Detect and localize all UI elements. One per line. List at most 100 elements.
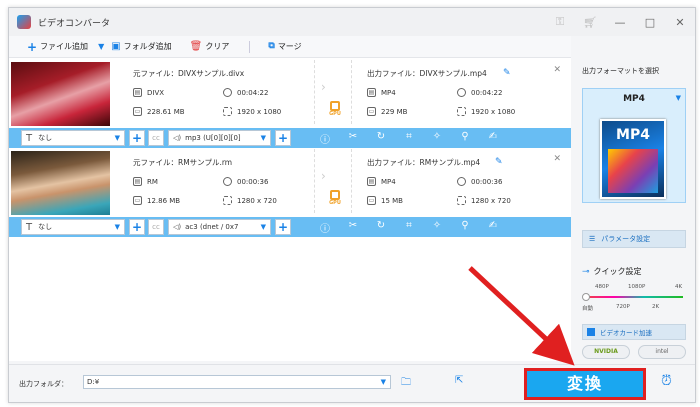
file-list: 元ファイル：DIVXサンプル.divx ▤ DIVX 00:04:22 ▭ 228.…	[9, 58, 571, 361]
edit-filename-icon[interactable]: ✎	[503, 68, 511, 78]
chevron-down-icon: ▼	[675, 94, 681, 102]
audio-track-select[interactable]: ◁) ac3 (dnet / 0x7 ▼	[168, 219, 271, 235]
crop-icon[interactable]: ⌗	[395, 220, 423, 235]
output-filename: 出力ファイル：DIVXサンプル.mp4	[367, 69, 487, 78]
effects-icon[interactable]: ✧	[423, 131, 451, 146]
add-audio-button[interactable]: +	[275, 130, 291, 146]
output-format-name: MP4	[623, 94, 645, 104]
app-title: ビデオコンバータ	[38, 18, 111, 29]
watermark-icon[interactable]: ⚲	[451, 220, 479, 235]
merge-icon: ⧉	[268, 41, 275, 51]
resolution-icon	[457, 107, 466, 116]
add-folder-label: フォルダ追加	[123, 42, 172, 51]
add-subtitle-button[interactable]: +	[129, 219, 145, 235]
text-icon: T	[26, 221, 33, 233]
quality-slider[interactable]	[582, 293, 683, 301]
key-icon[interactable]: ⚿	[545, 15, 575, 29]
clear-label: クリア	[205, 42, 230, 51]
cut-icon[interactable]: ✂	[339, 220, 367, 235]
chevron-down-icon: ▼	[114, 134, 120, 142]
remove-item-icon[interactable]: ✕	[553, 65, 561, 75]
minimize-button[interactable]: —	[605, 16, 635, 29]
maximize-button[interactable]: □	[635, 16, 665, 29]
speaker-icon: ◁)	[173, 223, 182, 231]
source-format: ▤ RM	[133, 177, 158, 186]
subtitle-select[interactable]: T なし ▼	[21, 219, 125, 235]
folder-icon: ▣	[111, 40, 121, 52]
resolution-icon	[223, 107, 232, 116]
convert-button[interactable]: 変換	[524, 368, 646, 400]
slider-handle[interactable]	[582, 293, 590, 301]
gpu-vendors: NVIDIA intel	[582, 345, 686, 359]
format-icon: ▤	[367, 177, 376, 186]
chevron-right-icon: ›	[321, 169, 326, 183]
parameter-settings-button[interactable]: ☰ パラメータ設定	[582, 230, 686, 248]
add-subtitle-button[interactable]: +	[129, 130, 145, 146]
output-size: ▭ 15 MB	[367, 196, 403, 205]
source-format: ▤ DIVX	[133, 88, 165, 97]
watermark-icon[interactable]: ⚲	[451, 131, 479, 146]
clear-button[interactable]: 🗑︎ クリア	[190, 41, 230, 52]
output-format: ▤ MP4	[367, 177, 396, 186]
source-info: 元ファイル：RMサンプル.rm ▤ RM 00:00:36 ▭ 12.86 MB 1…	[127, 149, 307, 213]
open-output-folder-icon[interactable]: ⇱	[455, 375, 463, 386]
alarm-clock-icon[interactable]: ⏰︎	[661, 373, 672, 389]
plus-icon: +	[27, 39, 38, 54]
nvidia-badge[interactable]: NVIDIA	[582, 345, 630, 359]
add-audio-button[interactable]: +	[275, 219, 291, 235]
gpu-badge: GPU	[327, 190, 343, 206]
app-window: ビデオコンバータ ⚿ 🛒︎ — □ ✕ + ファイル追加 ▼ ▣ フォルダ追加 …	[8, 7, 696, 403]
cut-icon[interactable]: ✂	[339, 131, 367, 146]
list-item[interactable]: 元ファイル：DIVXサンプル.divx ▤ DIVX 00:04:22 ▭ 228.…	[9, 60, 571, 148]
edit-subtitle-icon[interactable]: ✍	[479, 131, 507, 146]
add-file-button[interactable]: + ファイル追加	[27, 41, 88, 53]
rotate-icon[interactable]: ↻	[367, 220, 395, 235]
cc-icon[interactable]: cc	[148, 130, 164, 146]
info-icon[interactable]: ⓘ	[311, 131, 339, 146]
format-icon: ▤	[133, 177, 142, 186]
edit-subtitle-icon[interactable]: ✍	[479, 220, 507, 235]
merge-label: マージ	[277, 42, 302, 51]
remove-item-icon[interactable]: ✕	[553, 154, 561, 164]
app-logo-icon	[17, 15, 31, 29]
gpu-badge: GPU	[327, 101, 343, 117]
crop-icon[interactable]: ⌗	[395, 131, 423, 146]
edit-filename-icon[interactable]: ✎	[495, 157, 503, 167]
source-resolution: 1280 x 720	[223, 196, 277, 205]
rotate-icon[interactable]: ↻	[367, 131, 395, 146]
add-folder-button[interactable]: ▼ ▣ フォルダ追加	[98, 41, 172, 52]
chevron-down-icon: ▼	[380, 378, 386, 386]
effects-icon[interactable]: ✧	[423, 220, 451, 235]
audio-track-select[interactable]: ◁) mp3 (U[0][0][0] ▼	[168, 130, 271, 146]
video-thumbnail[interactable]	[11, 62, 110, 126]
checkbox-icon	[587, 328, 595, 336]
toolbar-divider	[249, 40, 251, 53]
source-filename: 元ファイル：RMサンプル.rm	[133, 158, 233, 167]
chevron-right-icon: ›	[321, 80, 326, 94]
gpu-chip-icon	[330, 190, 340, 200]
clock-icon	[457, 88, 466, 97]
output-duration: 00:00:36	[457, 177, 502, 186]
chevron-down-icon: ▼	[260, 134, 266, 142]
cc-icon[interactable]: cc	[148, 219, 164, 235]
output-format-selector[interactable]: MP4 ▼ MP4	[582, 88, 686, 203]
item-edit-bar: T なし ▼ + cc ◁) mp3 (U[0][0][0] ▼ + ⓘ ✂ ↻ ⌗ ✧…	[9, 128, 571, 148]
merge-button[interactable]: ⧉ マージ	[268, 41, 301, 52]
subtitle-select[interactable]: T なし ▼	[21, 130, 125, 146]
cart-icon[interactable]: 🛒︎	[575, 16, 605, 29]
file-size-icon: ▭	[367, 196, 376, 205]
output-info: 出力ファイル：RMサンプル.mp4 ▤ MP4 00:00:36 ▭ 15 MB 1…	[361, 149, 551, 213]
chevron-down-icon: ▼	[260, 223, 266, 231]
video-thumbnail[interactable]	[11, 151, 110, 215]
intel-badge[interactable]: intel	[638, 345, 686, 359]
list-item[interactable]: 元ファイル：RMサンプル.rm ▤ RM 00:00:36 ▭ 12.86 MB 1…	[9, 149, 571, 237]
quick-setting-icon: ⊸	[582, 266, 590, 277]
footer-bar: 出力フォルダ： D:¥ ▼ 🗀 ⇱ 変換 ⏰︎	[9, 364, 695, 402]
gpu-acceleration-toggle[interactable]: ビデオカード加速	[582, 324, 686, 340]
output-size: ▭ 229 MB	[367, 107, 408, 116]
output-folder-select[interactable]: D:¥ ▼	[83, 375, 391, 389]
output-format: ▤ MP4	[367, 88, 396, 97]
browse-folder-icon[interactable]: 🗀	[401, 375, 411, 392]
info-icon[interactable]: ⓘ	[311, 220, 339, 235]
close-button[interactable]: ✕	[665, 16, 695, 29]
